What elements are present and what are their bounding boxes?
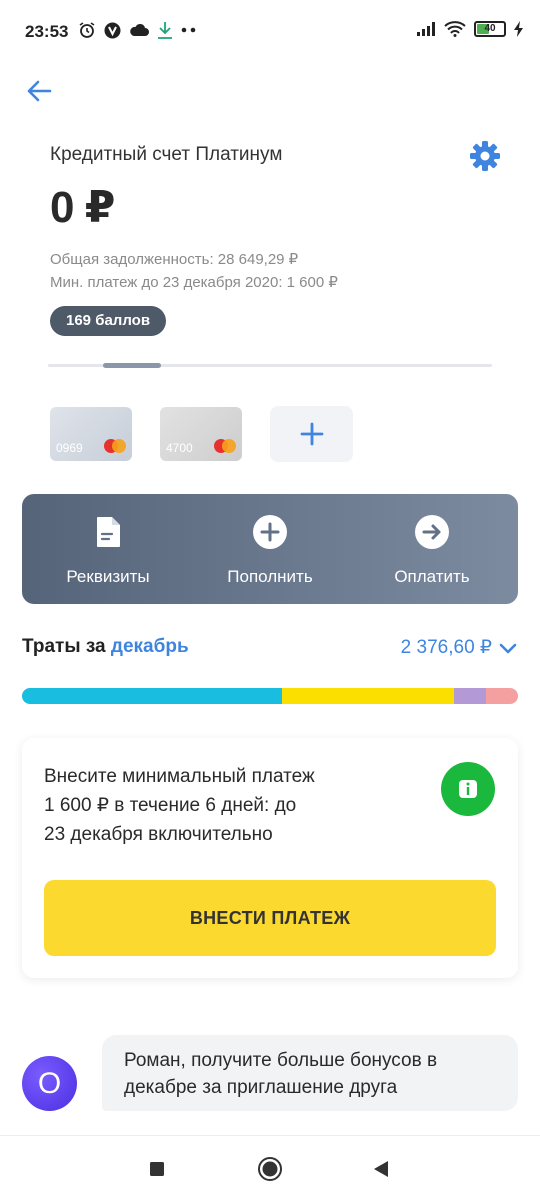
chat-message-bubble[interactable]: Роман, получите больше бонусов в декабре… — [102, 1035, 518, 1111]
card-thumbnail[interactable]: 4700 — [160, 407, 242, 461]
min-payment-text: Мин. платеж до 23 декабря 2020: 1 600 ₽ — [50, 274, 338, 291]
notice-text: Внесите минимальный платеж 1 600 ₽ в теч… — [44, 762, 424, 849]
assistant-avatar[interactable]: O — [22, 1056, 77, 1111]
notice-line: Внесите минимальный платеж — [44, 766, 315, 787]
spending-month-link[interactable]: декабрь — [111, 636, 189, 657]
spending-total[interactable]: 2 376,60 ₽ — [401, 636, 492, 659]
back-button[interactable] — [22, 74, 56, 108]
points-badge[interactable]: 169 баллов — [50, 306, 167, 336]
top-up-button[interactable]: Пополнить — [190, 494, 350, 604]
requisites-button[interactable]: Реквизиты — [28, 494, 188, 604]
status-time: 23:53 — [25, 22, 69, 41]
pay-action-label: Оплатить — [394, 567, 470, 586]
pay-action-button[interactable]: Оплатить — [352, 494, 512, 604]
battery-indicator: 40 — [474, 21, 506, 37]
wifi-icon — [444, 21, 466, 37]
plus-icon — [300, 422, 323, 446]
status-icons-right: 40 — [416, 21, 524, 37]
spending-segment — [485, 688, 518, 704]
account-actions-panel: Реквизиты Пополнить Оплатить — [22, 494, 518, 604]
document-icon — [97, 517, 120, 547]
total-debt-text: Общая задолженность: 28 649,29 ₽ — [50, 251, 299, 268]
avatar-letter: O — [37, 1066, 62, 1100]
back-nav-icon[interactable] — [368, 1156, 394, 1182]
spending-title: Траты за декабрь — [22, 636, 189, 658]
notice-line: 1 600 ₽ в течение 6 дней: до — [44, 795, 297, 816]
battery-level: 40 — [484, 23, 496, 34]
info-icon — [459, 780, 477, 798]
download-icon — [158, 22, 172, 39]
info-button[interactable] — [441, 762, 495, 816]
requisites-label: Реквизиты — [66, 567, 150, 586]
spending-segment — [282, 688, 454, 704]
status-bar: 23:53 40 — [0, 0, 540, 64]
spending-segment — [453, 688, 486, 704]
notice-line: 23 декабря включительно — [44, 824, 273, 845]
spending-breakdown-bar[interactable] — [22, 688, 518, 704]
plus-circle-icon — [253, 515, 287, 549]
make-payment-button[interactable]: ВНЕСТИ ПЛАТЕЖ — [44, 880, 496, 956]
arrow-right-circle-icon — [415, 515, 449, 549]
v-app-icon — [104, 22, 121, 38]
alarm-icon — [79, 22, 95, 38]
back-arrow-icon — [27, 80, 52, 102]
more-dots-icon — [181, 27, 196, 33]
top-up-label: Пополнить — [227, 567, 313, 586]
mastercard-logo-icon — [214, 439, 236, 453]
settings-button[interactable] — [468, 139, 502, 173]
recent-apps-icon[interactable] — [144, 1156, 170, 1182]
spending-segment — [22, 688, 283, 704]
cloud-icon — [130, 23, 149, 36]
min-payment-notice-card: Внесите минимальный платеж 1 600 ₽ в теч… — [22, 738, 518, 978]
add-card-button[interactable] — [270, 406, 353, 462]
card-thumbnail[interactable]: 0969 — [50, 407, 132, 461]
spending-title-prefix: Траты за — [22, 636, 106, 657]
mastercard-logo-icon — [104, 439, 126, 453]
charging-bolt-icon — [514, 21, 523, 37]
chevron-down-icon[interactable] — [497, 638, 519, 660]
page-indicator-thumb — [103, 363, 161, 368]
account-balance: 0 ₽ — [50, 183, 115, 232]
signal-icon — [417, 22, 435, 36]
system-navigation-bar — [0, 1135, 540, 1200]
card-number: 0969 — [56, 441, 83, 455]
chat-message-line: декабре за приглашение друга — [124, 1077, 398, 1098]
gear-icon — [470, 141, 500, 171]
card-number: 4700 — [166, 441, 193, 455]
chat-message-line: Роман, получите больше бонусов в — [124, 1050, 438, 1071]
home-icon[interactable] — [257, 1156, 283, 1182]
status-icons-left — [78, 21, 197, 39]
account-name: Кредитный счет Платинум — [50, 144, 283, 165]
